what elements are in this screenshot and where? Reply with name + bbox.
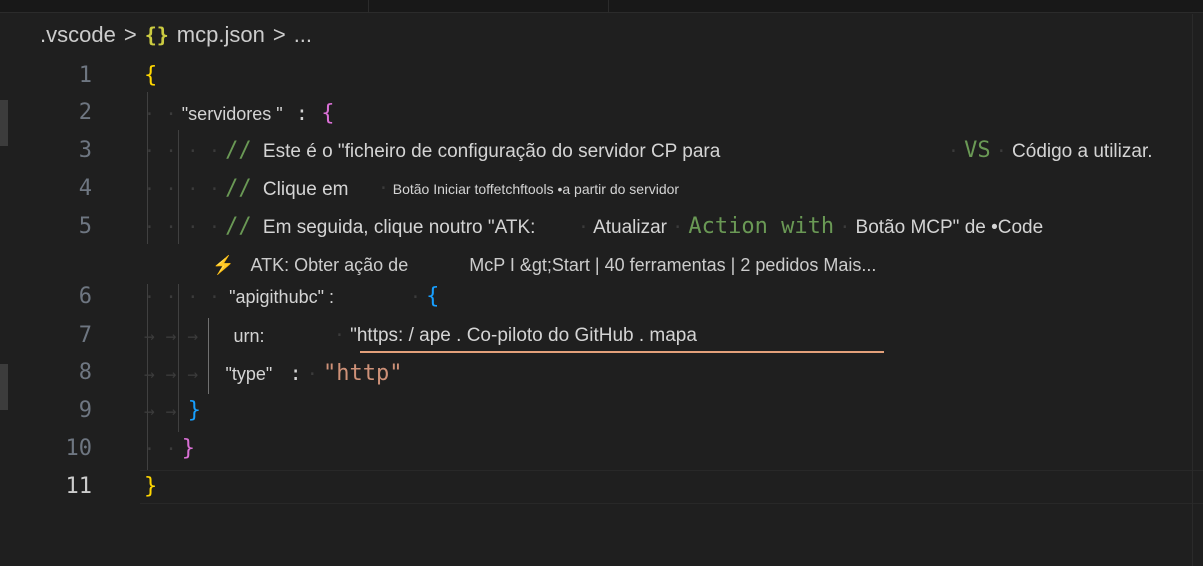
whitespace-dots: · bbox=[839, 217, 851, 238]
comment-text: Código a utilizar. bbox=[1012, 141, 1153, 162]
whitespace-dots: · bbox=[378, 178, 389, 199]
whitespace-dots: · bbox=[578, 217, 589, 238]
tab-strip bbox=[0, 0, 1203, 12]
comment-text: VS bbox=[964, 138, 991, 163]
vertical-scrollbar[interactable] bbox=[1192, 14, 1193, 566]
breadcrumb-file[interactable]: mcp.json bbox=[177, 22, 265, 48]
chevron-right-icon: > bbox=[272, 22, 286, 47]
line-number[interactable]: 10 bbox=[40, 434, 93, 464]
json-key: "type" bbox=[225, 364, 273, 384]
code-line-3[interactable]: · · · · // Este é o "ficheiro de configu… bbox=[144, 136, 720, 166]
line-number[interactable]: 9 bbox=[40, 396, 92, 426]
comment-marker: // bbox=[225, 138, 252, 163]
codelens-status[interactable]: McP I &gt;Start | 40 ferramentas | 2 ped… bbox=[469, 255, 876, 275]
tab-divider bbox=[608, 0, 609, 12]
whitespace-dots: · · · · bbox=[144, 217, 220, 238]
code-line-8[interactable]: → → → "type" : · "http" bbox=[144, 358, 403, 388]
code-line-4[interactable]: · · · · // Clique em bbox=[144, 174, 348, 204]
current-line-highlight bbox=[140, 470, 1203, 504]
comment-text: Botão Iniciar toffetchftools •a partir d… bbox=[392, 181, 680, 197]
bracket: { bbox=[144, 63, 158, 88]
whitespace-dots: · bbox=[672, 217, 684, 238]
code-line-4-overlay: · Botão Iniciar toffetchftools •a partir… bbox=[378, 174, 679, 204]
whitespace-dots: · bbox=[334, 325, 345, 346]
line-number[interactable]: 4 bbox=[40, 174, 92, 204]
code-line-9[interactable]: → → } bbox=[144, 396, 201, 426]
sash-handle[interactable] bbox=[0, 100, 8, 146]
whitespace-dots: · · · · bbox=[144, 141, 220, 162]
sash-handle[interactable] bbox=[0, 364, 8, 410]
lightning-bolt-icon: ⚡ bbox=[212, 255, 235, 275]
line-number[interactable]: 3 bbox=[40, 136, 92, 166]
whitespace-dots: · bbox=[306, 364, 318, 385]
whitespace-dots: · · · · bbox=[144, 287, 220, 308]
whitespace-dots: · · · · bbox=[144, 179, 220, 200]
line-number[interactable]: 1 bbox=[40, 61, 92, 91]
whitespace-dots: · bbox=[410, 287, 421, 308]
json-value: "https: / ape . Co-piloto do GitHub . ma… bbox=[350, 325, 697, 346]
bracket: } bbox=[144, 474, 158, 499]
bracket: { bbox=[321, 101, 335, 126]
tab-arrows: → → bbox=[144, 401, 177, 422]
whitespace-dots: · · bbox=[144, 439, 177, 460]
code-line-5-tail: · Atualizar · Action with · Botão MCP" d… bbox=[578, 212, 1043, 242]
line-number[interactable]: 8 bbox=[40, 358, 92, 388]
code-line-6-brace: · { bbox=[410, 282, 439, 312]
json-braces-icon: {} bbox=[144, 23, 169, 47]
tab-arrows: → → → bbox=[144, 364, 199, 385]
code-line-2[interactable]: · · "servidores " : { bbox=[144, 98, 334, 128]
line-number[interactable]: 2 bbox=[40, 98, 92, 128]
comment-text: Botão MCP" de •Code bbox=[855, 217, 1044, 238]
json-key: "apigithubc" : bbox=[229, 287, 334, 307]
comment-marker: // bbox=[225, 176, 252, 201]
code-line-3-tail: · VS · Código a utilizar. bbox=[948, 136, 1153, 166]
json-key: "servidores " bbox=[181, 104, 283, 124]
breadcrumb: .vscode > {} mcp.json > ... bbox=[40, 20, 312, 50]
breadcrumb-symbol[interactable]: ... bbox=[294, 22, 312, 48]
code-line-6[interactable]: · · · · "apigithubc" : bbox=[144, 282, 334, 312]
breadcrumb-folder[interactable]: .vscode bbox=[40, 22, 116, 48]
code-line-10[interactable]: · · } bbox=[144, 434, 195, 464]
tab-strip-border bbox=[0, 12, 1203, 13]
comment-text: Este é o "ficheiro de configuração do se… bbox=[262, 141, 721, 162]
codelens-action[interactable]: Obter ação de bbox=[294, 255, 408, 275]
whitespace-dots: · · bbox=[144, 104, 177, 125]
line-number[interactable]: 5 bbox=[40, 212, 92, 242]
json-value: "http" bbox=[323, 361, 403, 386]
bracket: } bbox=[187, 398, 202, 423]
line-number[interactable]: 6 bbox=[40, 282, 92, 312]
comment-text: Em seguida, clique noutro "ATK: bbox=[262, 217, 536, 238]
line-number-active[interactable]: 11 bbox=[40, 472, 93, 502]
json-key: urn: bbox=[233, 326, 265, 346]
error-squiggle bbox=[360, 351, 884, 353]
codelens: ⚡ ATK: Obter ação de McP I &gt;Start | 4… bbox=[212, 250, 876, 280]
code-line-7[interactable]: → → → urn: bbox=[144, 321, 265, 351]
tab-arrows: → → → bbox=[144, 326, 199, 347]
colon: : bbox=[289, 361, 302, 385]
whitespace-dots: · bbox=[995, 141, 1007, 162]
line-number[interactable]: 7 bbox=[40, 321, 92, 351]
comment-text: Atualizar bbox=[593, 217, 667, 238]
whitespace-dots: · bbox=[948, 141, 959, 162]
tab-divider bbox=[368, 0, 369, 12]
comment-text: Action with bbox=[688, 214, 835, 239]
code-line-1[interactable]: { bbox=[144, 61, 157, 91]
codelens-label[interactable]: ATK: bbox=[250, 255, 289, 275]
bracket: { bbox=[426, 284, 440, 309]
comment-marker: // bbox=[225, 214, 252, 239]
code-line-7-value: · "https: / ape . Co-piloto do GitHub . … bbox=[334, 321, 697, 351]
code-line-11[interactable]: } bbox=[144, 472, 157, 502]
code-line-5[interactable]: · · · · // Em seguida, clique noutro "AT… bbox=[144, 212, 535, 242]
bracket: } bbox=[181, 436, 196, 461]
chevron-right-icon: > bbox=[123, 22, 137, 47]
colon: : bbox=[295, 101, 308, 125]
comment-text: Clique em bbox=[262, 179, 349, 200]
